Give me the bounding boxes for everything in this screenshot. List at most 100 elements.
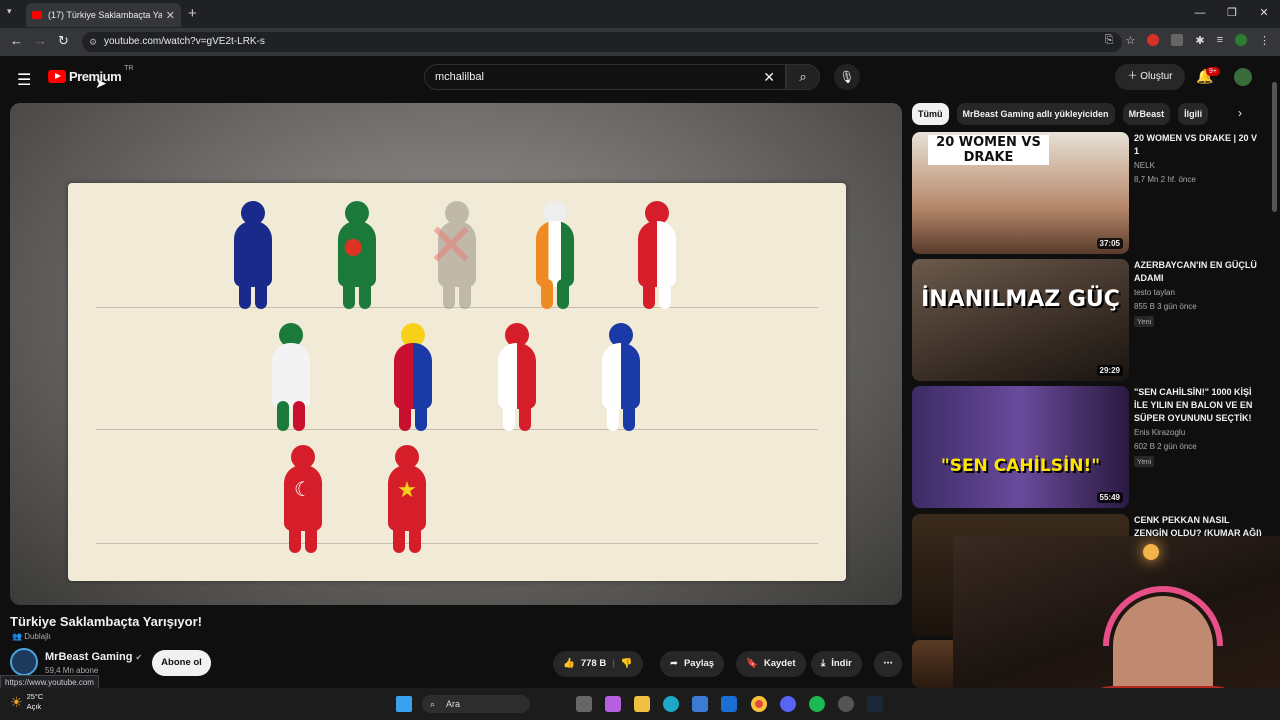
share-button[interactable]: ➦ Paylaş	[660, 651, 725, 677]
recommendation-item[interactable]: İNANILMAZ GÜÇ 29:29 AZERBAYCAN'IN EN GÜÇ…	[912, 259, 1262, 381]
search-button[interactable]: ⌕	[786, 64, 820, 90]
copilot-icon[interactable]	[605, 696, 621, 712]
url-field[interactable]: ⚙ youtube.com/watch?v=gVE2t-LRK-s	[82, 32, 1122, 52]
extension-red-icon[interactable]	[1147, 34, 1160, 46]
chip-mrbeast[interactable]: MrBeast	[1122, 103, 1171, 125]
dubbed-label: 👥 Dublajlı	[12, 632, 51, 641]
logo-region: TR	[124, 65, 134, 72]
search-input[interactable]: mchalilbal ✕	[424, 64, 786, 90]
install-app-icon[interactable]: ⎘	[1105, 34, 1114, 47]
discord-icon[interactable]	[780, 696, 796, 712]
new-tab-button[interactable]: +	[188, 5, 197, 22]
thumbs-down-icon[interactable]: 👎	[621, 651, 633, 677]
create-button[interactable]: ＋ Oluştur	[1115, 64, 1185, 90]
minimize-icon[interactable]: —	[1184, 0, 1216, 28]
bookmark-star-icon[interactable]: ☆	[1125, 34, 1135, 47]
task-view-icon[interactable]	[576, 696, 592, 712]
notification-badge: 9+	[1206, 67, 1220, 76]
browser-menu-icon[interactable]: ⋮	[1259, 34, 1270, 47]
save-button[interactable]: 🔖 Kaydet	[736, 651, 806, 677]
thumbnail-caption: 20 WOMEN VS DRAKE	[928, 135, 1049, 165]
steam-icon[interactable]	[867, 696, 883, 712]
recommendation-channel[interactable]: Enis Kirazoglu	[1134, 428, 1185, 437]
file-explorer-icon[interactable]	[634, 696, 650, 712]
dub-icon: 👥	[12, 632, 22, 641]
taskbar-search-label: Ara	[446, 699, 461, 709]
toolbar-icons: ⎘ ☆ ✱ ≡ ⋮	[1105, 34, 1270, 47]
recommendation-channel[interactable]: testo taylan	[1134, 288, 1175, 297]
row-divider	[96, 429, 818, 430]
bookmark-icon: 🔖	[746, 658, 758, 669]
chips-next-icon[interactable]: ›	[1238, 106, 1242, 120]
recommendation-item[interactable]: 20 WOMEN VS DRAKE 37:05 20 WOMEN VS DRAK…	[912, 132, 1262, 254]
share-icon: ➦	[670, 658, 678, 669]
recommendation-title[interactable]: AZERBAYCAN'IN EN GÜÇLÜ ADAMI	[1134, 259, 1262, 285]
subscribe-button[interactable]: Abone ol	[152, 650, 211, 676]
extension-grey-icon[interactable]	[1171, 34, 1184, 46]
thumbnail-caption: İNANILMAZ GÜÇ	[921, 287, 1120, 312]
youtube-favicon-icon	[32, 11, 42, 19]
tab-search-icon[interactable]: ▾	[7, 6, 12, 17]
url-text: youtube.com/watch?v=gVE2t-LRK-s	[104, 36, 265, 47]
recommendation-thumbnail[interactable]: 20 WOMEN VS DRAKE 37:05	[912, 132, 1129, 254]
chip-all[interactable]: Tümü	[912, 103, 949, 125]
figure-india	[532, 201, 578, 311]
youtube-premium-logo[interactable]: Premium TR	[48, 65, 133, 84]
download-icon: ⤓	[821, 658, 826, 669]
restore-icon[interactable]: ❐	[1216, 0, 1248, 28]
mail-icon[interactable]	[721, 696, 737, 712]
app-icon[interactable]	[838, 696, 854, 712]
channel-avatar[interactable]	[10, 648, 38, 676]
recommendation-meta: 8,7 Mn 2 hf. önce	[1134, 175, 1196, 184]
close-window-icon[interactable]: ✕	[1248, 0, 1280, 28]
new-badge: Yeni	[1134, 456, 1155, 467]
save-label: Kaydet	[763, 658, 796, 669]
clear-search-icon[interactable]: ✕	[763, 65, 775, 89]
scrollbar-thumb[interactable]	[1272, 82, 1277, 212]
like-count: 778 B	[580, 658, 607, 669]
chrome-icon[interactable]	[751, 696, 767, 712]
more-actions-button[interactable]: ⋯	[874, 651, 902, 677]
figure-mexico	[268, 323, 314, 433]
back-icon[interactable]: ←	[10, 33, 23, 48]
browser-tab[interactable]: (17) Türkiye Saklambaçta Yarışıyor! ✕	[26, 3, 181, 27]
taskbar-search[interactable]: ⌕ Ara	[422, 695, 530, 713]
video-player[interactable]: ✕ ☾ ★	[10, 103, 902, 605]
download-button[interactable]: ⤓ İndir	[811, 651, 862, 677]
figure-australia	[230, 201, 276, 311]
recommendation-channel[interactable]: NELK	[1134, 161, 1155, 170]
recommendation-title[interactable]: 20 WOMEN VS DRAKE | 20 V 1	[1134, 132, 1262, 158]
like-button[interactable]: 👍 778 B | 👎	[553, 651, 643, 677]
extensions-puzzle-icon[interactable]: ✱	[1195, 34, 1204, 47]
recommendation-title[interactable]: "SEN CAHİLSİN!" 1000 KİŞİ İLE YILIN EN B…	[1134, 386, 1262, 425]
recommendation-item[interactable]: "SEN CAHİLSİN!" 55:49 "SEN CAHİLSİN!" 10…	[912, 386, 1262, 508]
site-info-icon[interactable]: ⚙	[89, 32, 97, 52]
menu-icon[interactable]: ☰	[17, 70, 31, 90]
figure-philippines	[390, 323, 436, 433]
download-label: İndir	[831, 658, 852, 669]
tab-close-icon[interactable]: ✕	[166, 9, 175, 22]
account-avatar[interactable]	[1234, 68, 1252, 86]
edge-icon[interactable]	[663, 696, 679, 712]
chip-from-uploader[interactable]: MrBeast Gaming adlı yükleyiciden	[956, 103, 1115, 125]
window-controls: — ❐ ✕	[1184, 0, 1280, 28]
taskbar-search-icon: ⌕	[430, 699, 436, 709]
windows-start-icon[interactable]	[396, 696, 412, 712]
media-controls-icon[interactable]: ≡	[1217, 34, 1223, 47]
recommendation-thumbnail[interactable]: İNANILMAZ GÜÇ 29:29	[912, 259, 1129, 381]
like-dislike-divider: |	[612, 658, 615, 669]
recommendation-thumbnail[interactable]: "SEN CAHİLSİN!" 55:49	[912, 386, 1129, 508]
profile-icon[interactable]	[1235, 34, 1247, 46]
channel-name[interactable]: MrBeast Gaming ✔	[45, 651, 142, 663]
headphones-icon	[1103, 586, 1223, 646]
forward-icon[interactable]: →	[34, 33, 47, 48]
browser-tab-bar: ▾ (17) Türkiye Saklambaçta Yarışıyor! ✕ …	[0, 0, 1280, 28]
chip-related[interactable]: İlgili	[1178, 103, 1209, 125]
spotify-icon[interactable]	[809, 696, 825, 712]
voice-search-button[interactable]: 🎙	[834, 64, 860, 90]
thumbs-up-icon: 👍	[563, 658, 575, 669]
weather-widget[interactable]: ☀ 25°C Açık	[10, 692, 43, 712]
reload-icon[interactable]: ↻	[58, 33, 69, 49]
store-icon[interactable]	[692, 696, 708, 712]
figure-red-white	[634, 201, 680, 311]
